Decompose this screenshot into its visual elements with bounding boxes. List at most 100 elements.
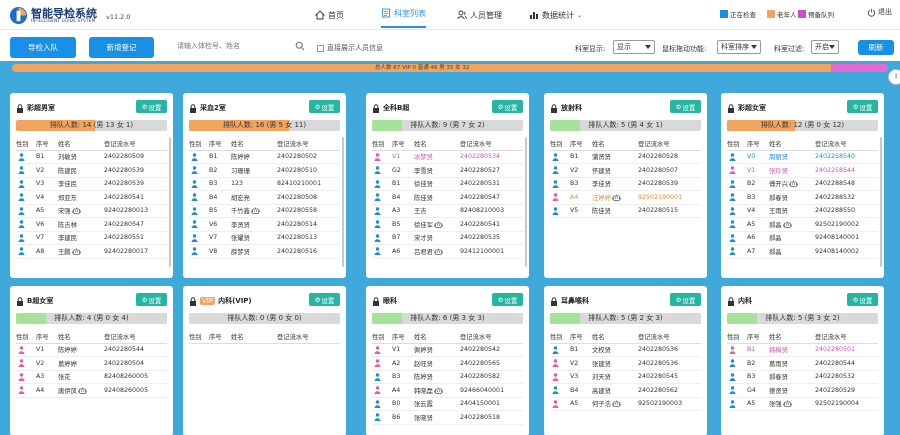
table-row[interactable]: B3 李佳贤 2402280539	[550, 177, 701, 191]
settings-button[interactable]: ⚙ 设置	[492, 100, 523, 113]
table-row[interactable]: B7 宋才贤 2402280535	[372, 231, 523, 245]
robot-icon[interactable]	[782, 221, 792, 229]
table-row[interactable]: A3 张花 82408260005	[16, 370, 167, 384]
nav-home[interactable]: 首页	[315, 0, 344, 30]
robot-icon[interactable]	[612, 400, 621, 408]
table-row[interactable]: V4 郑亚东 2402280541	[16, 190, 167, 205]
robot-icon[interactable]	[78, 387, 87, 395]
table-row[interactable]: B1 刘敏贤 2402280509	[16, 150, 167, 164]
table-row[interactable]: V0 周丽贤 2402258540	[727, 150, 878, 164]
table-row[interactable]: B1 韩梅贤 2402280501	[727, 343, 878, 357]
panel-scrollbar[interactable]	[342, 137, 344, 267]
department-panel[interactable]: B超女室 ⚙ 设置 排队人数: 4 (男 0 女 4) 性别 序号 姓名 登记流水…	[10, 286, 173, 435]
robot-icon[interactable]	[434, 387, 443, 395]
table-row[interactable]: B5 千竹鑫 2402280558	[189, 204, 340, 218]
table-row[interactable]: B6 张晓贤 2402280518	[372, 410, 523, 425]
table-row[interactable]: V3 刘天贤 2402280545	[550, 370, 701, 384]
table-row[interactable]: V2 张建贤 2402280536	[550, 356, 701, 371]
table-row[interactable]: A6 吕君君 92412100001	[372, 244, 523, 259]
robot-icon[interactable]	[434, 248, 443, 256]
table-row[interactable]: A6 郝晶 92408140001	[727, 231, 878, 245]
table-row[interactable]: A4 唐伊凤 92408260005	[16, 383, 167, 398]
table-row[interactable]: B2 习珊珊 2402280510	[189, 163, 340, 178]
table-row[interactable]: A4 汪婷婷 92502190001	[550, 190, 701, 205]
department-panel[interactable]: 彩超女室 ⚙ 设置 排队人数: 12 (男 0 女 12) 性别 序号 姓名 登记…	[721, 93, 884, 278]
settings-button[interactable]: ⚙ 设置	[492, 293, 523, 306]
robot-icon[interactable]	[612, 194, 621, 202]
search-icon[interactable]	[295, 41, 305, 51]
filter-select[interactable]: 开启	[811, 40, 839, 54]
robot-icon[interactable]	[789, 180, 798, 188]
table-row[interactable]: V1 冰梦贤 2402280534	[372, 150, 523, 164]
settings-button[interactable]: ⚙ 设置	[309, 100, 340, 113]
department-panel[interactable]: VIP 内科(VIP) ⚙ 设置 排队人数: 0 (男 0 女 0) 性别 序号 姓…	[183, 286, 346, 435]
table-row[interactable]: B4 高建贤 2402280562	[550, 383, 701, 398]
department-panel[interactable]: 耳鼻喉科 ⚙ 设置 排队人数: 5 (男 2 女 3) 性别 序号 姓名 登记流水…	[544, 286, 707, 435]
table-row[interactable]: A5 张强 92502190004	[727, 397, 878, 411]
table-row[interactable]: V1 陈婷婷 2402280544	[16, 343, 167, 357]
table-row[interactable]: V2 葛婷婷 2402280504	[16, 356, 167, 371]
import-queue-button[interactable]: 导检入队	[10, 37, 76, 58]
panel-scrollbar[interactable]	[525, 137, 527, 267]
checkbox-box[interactable]	[317, 44, 324, 52]
department-panel[interactable]: 放射科 ⚙ 设置 排队人数: 5 (男 4 女 1) 性别 序号 姓名 登记流水号…	[544, 93, 707, 278]
settings-button[interactable]: ⚙ 设置	[136, 293, 167, 306]
settings-button[interactable]: ⚙ 设置	[136, 100, 167, 113]
department-panel[interactable]: 眼科 ⚙ 设置 排队人数: 6 (男 3 女 3) 性别 序号 姓名 登记流水号 …	[366, 286, 529, 435]
table-row[interactable]: V3 李佳民 2402280539	[16, 177, 167, 191]
table-row[interactable]: V4 王雨贤 2402288550	[727, 204, 878, 218]
table-row[interactable]: B0 张云霞 2404150001	[372, 397, 523, 411]
settings-button[interactable]: ⚙ 设置	[670, 293, 701, 306]
table-row[interactable]: G2 李雪贤 2402280527	[372, 163, 523, 178]
settings-button[interactable]: ⚙ 设置	[847, 293, 878, 306]
table-row[interactable]: A7 郝晶 92408140002	[727, 244, 878, 259]
table-row[interactable]: B1 陈婷婷 2402280502	[189, 150, 340, 164]
table-row[interactable]: A8 王鹏 92402280017	[16, 244, 167, 259]
nav-staff[interactable]: 人员管理	[457, 0, 502, 30]
logout-button[interactable]: 退出	[867, 7, 892, 17]
robot-icon[interactable]	[71, 207, 81, 215]
table-row[interactable]: V6 陈吉林 2402280547	[16, 217, 167, 232]
table-row[interactable]: B1 文权贤 2402280536	[550, 343, 701, 357]
panel-scrollbar[interactable]	[880, 137, 882, 267]
drag-select[interactable]: 科室排序	[717, 40, 761, 54]
table-row[interactable]: A5 何子浩 92502190003	[550, 397, 701, 411]
robot-icon[interactable]	[782, 400, 792, 408]
settings-button[interactable]: ⚙ 设置	[847, 100, 878, 113]
table-row[interactable]: A5 宋强 92402280013	[16, 204, 167, 218]
robot-icon[interactable]	[434, 221, 443, 229]
search-input[interactable]	[177, 42, 287, 50]
table-row[interactable]: V5 陈佳贤 2402280515	[550, 204, 701, 218]
table-row[interactable]: V7 张耀贤 2402280513	[189, 231, 340, 245]
table-row[interactable]: B1 蒲贤贤 2402280528	[550, 150, 701, 164]
display-select[interactable]: 显示	[613, 40, 655, 54]
table-row[interactable]: B4 胡宏亮 2402280508	[189, 190, 340, 205]
table-row[interactable]: A5 郝晶 92502190002	[727, 217, 878, 232]
table-row[interactable]: V6 李贤贤 2402280514	[189, 217, 340, 232]
show-info-checkbox[interactable]: 直接展示人员信息	[317, 43, 383, 53]
table-row[interactable]: V7 李建民 2402280551	[16, 231, 167, 245]
nav-department-list[interactable]: 科室列表	[381, 0, 426, 28]
panel-scrollbar[interactable]	[169, 137, 171, 267]
department-panel[interactable]: 内科 ⚙ 设置 排队人数: 5 (男 3 女 2) 性别 序号 姓名 登记流水号 …	[721, 286, 884, 435]
table-row[interactable]: B3 123 82410210001	[189, 177, 340, 191]
robot-icon[interactable]	[71, 248, 81, 256]
table-row[interactable]: B3 陈婷贤 2402280582	[372, 370, 523, 384]
table-row[interactable]: B1 徐佳贤 2402280531	[372, 177, 523, 191]
table-row[interactable]: A2 赵旺贤 2402280565	[372, 356, 523, 371]
nav-statistics[interactable]: 数据统计 ⌄	[529, 0, 582, 30]
table-row[interactable]: V2 陈建民 2402280539	[16, 163, 167, 178]
table-row[interactable]: V1 张玲贤 2402258544	[727, 163, 878, 178]
table-row[interactable]: B4 陈佳贤 2402280547	[372, 190, 523, 205]
settings-button[interactable]: ⚙ 设置	[670, 100, 701, 113]
add-register-button[interactable]: 新增登记	[89, 37, 154, 58]
table-row[interactable]: V2 怀建贤 2402280507	[550, 163, 701, 178]
table-row[interactable]: B3 郝春贤 2402288532	[727, 190, 878, 205]
settings-button[interactable]: ⚙ 设置	[309, 293, 340, 306]
table-row[interactable]: B3 郝春贤 2402280532	[727, 370, 878, 384]
table-row[interactable]: A3 王吉 82408210003	[372, 204, 523, 218]
table-row[interactable]: B2 葛雨贤 2402280544	[727, 356, 878, 371]
table-row[interactable]: V1 佩婷贤 2402280542	[372, 343, 523, 357]
scroll-indicator[interactable]: ↕	[888, 69, 900, 85]
refresh-button[interactable]: 刷新	[858, 40, 894, 55]
